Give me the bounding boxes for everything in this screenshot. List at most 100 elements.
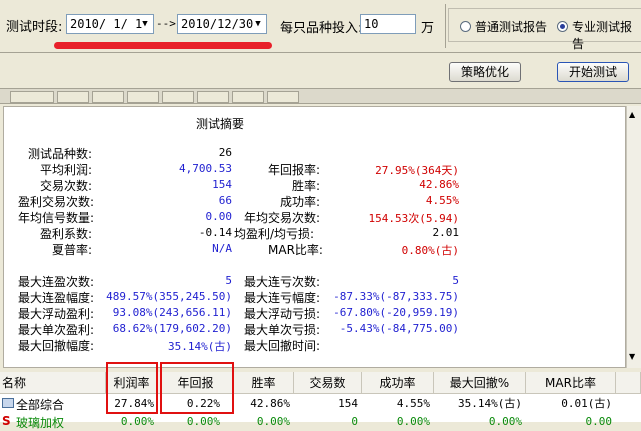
folder-icon <box>2 398 14 408</box>
range-arrow: --> <box>156 17 176 30</box>
summary-value: 35.14%(古) <box>168 340 232 353</box>
column-header-trades[interactable]: 交易数 <box>294 372 362 394</box>
annotation-box-annual-return <box>160 362 234 414</box>
chevron-down-icon[interactable]: ▼ <box>138 16 152 32</box>
cell-profit-rate: 0.00% <box>120 415 154 428</box>
summary-value: 27.95%(364天) <box>375 164 459 177</box>
tab-item[interactable] <box>162 91 194 103</box>
invest-unit: 万 <box>421 21 435 36</box>
summary-value: 2.01 <box>432 226 460 239</box>
scroll-up-icon[interactable]: ▲ <box>629 110 635 119</box>
summary-scrollbar[interactable]: ▲ ▼ <box>626 106 641 368</box>
summary-value: 5 <box>225 274 232 287</box>
summary-label: 胜率: <box>292 179 321 193</box>
cell-trades: 154 <box>338 397 358 410</box>
summary-value: 489.57%(355,245.50) <box>106 290 232 303</box>
start-date-value: 2010/ 1/ 1 <box>70 17 143 31</box>
summary-label: 最大连亏幅度: <box>244 291 321 305</box>
tab-item[interactable] <box>127 91 159 103</box>
column-header-success-rate[interactable]: 成功率 <box>362 372 434 394</box>
cell-success-rate: 4.55% <box>396 397 430 410</box>
summary-label: 盈利系数: <box>40 227 93 241</box>
invest-label: 每只品种投入: <box>280 21 363 36</box>
end-date-picker[interactable]: 2010/12/30 ▼ <box>177 14 267 34</box>
summary-label: 最大连盈幅度: <box>18 291 95 305</box>
scroll-down-icon[interactable]: ▼ <box>629 352 635 361</box>
cell-annual-return: 0.00% <box>186 415 220 428</box>
cell-mar: 0.01(古) <box>561 397 612 410</box>
column-header-filler <box>616 372 641 394</box>
summary-label: 最大浮动盈利: <box>18 307 95 321</box>
tab-item[interactable] <box>57 91 89 103</box>
table-row[interactable]: S 玻璃加权 0.00% 0.00% 0.00% 0 0.00% 0.00% 0… <box>0 413 641 431</box>
summary-label: 测试品种数: <box>28 147 93 161</box>
column-header-name[interactable]: 名称 <box>0 372 106 394</box>
annotation-box-profit-rate <box>106 362 158 414</box>
annotation-underline <box>54 42 272 49</box>
toolbar: 测试时段: 2010/ 1/ 1 ▼ --> 2010/12/30 ▼ 每只品种… <box>0 0 641 88</box>
row-name: 全部综合 <box>16 398 65 412</box>
column-header-max-drawdown[interactable]: 最大回撤% <box>434 372 526 394</box>
summary-label: 最大回撤幅度: <box>18 339 95 353</box>
summary-label: 最大连亏次数: <box>244 275 321 289</box>
invest-input[interactable]: 10 <box>360 14 416 34</box>
summary-title: 测试摘要 <box>196 117 245 131</box>
cell-mar: 0.00 <box>585 415 613 428</box>
summary-label: 年回报率: <box>268 163 321 177</box>
summary-label: MAR比率: <box>268 243 323 257</box>
summary-value: 4,700.53 <box>179 162 232 175</box>
table-row[interactable]: 全部综合 27.84% 0.22% 42.86% 154 4.55% 35.14… <box>0 395 641 413</box>
summary-value: 26 <box>218 146 232 159</box>
tab-item[interactable] <box>10 91 54 103</box>
column-header-mar[interactable]: MAR比率 <box>526 372 616 394</box>
cell-win-rate: 42.86% <box>250 397 290 410</box>
summary-value: 42.86% <box>419 178 459 191</box>
summary-value: 154.53次(5.94) <box>368 212 459 225</box>
end-date-value: 2010/12/30 <box>181 17 254 31</box>
tab-item[interactable] <box>232 91 264 103</box>
summary-label: 最大单次亏损: <box>244 323 321 337</box>
start-test-button[interactable]: 开始测试 <box>557 62 629 82</box>
optimize-button[interactable]: 策略优化 <box>449 62 521 82</box>
summary-label: 年均信号数量: <box>18 211 95 225</box>
summary-label: 均盈利/均亏损: <box>234 227 315 241</box>
summary-value: -87.33%(-87,333.75) <box>333 290 459 303</box>
summary-value: 66 <box>218 194 232 207</box>
summary-label: 最大回撤时间: <box>244 339 321 353</box>
summary-label: 盈利交易次数: <box>18 195 95 209</box>
symbol-icon: S <box>2 414 11 428</box>
summary-label: 交易次数: <box>40 179 93 193</box>
summary-value: -67.80%(-20,959.19) <box>333 306 459 319</box>
tab-item[interactable] <box>92 91 124 103</box>
summary-value: 0.80%(古) <box>401 244 459 257</box>
radio-normal-report[interactable] <box>460 21 471 32</box>
test-summary-panel: 测试摘要 测试品种数: 26 平均利润: 4,700.53 交易次数: 154 … <box>3 106 626 368</box>
radio-normal-label: 普通测试报告 <box>475 20 548 34</box>
cell-success-rate: 0.00% <box>396 415 430 428</box>
summary-label: 最大浮动亏损: <box>244 307 321 321</box>
summary-value: 68.62%(179,602.20) <box>112 322 232 335</box>
divider <box>445 4 446 48</box>
summary-value: 93.08%(243,656.11) <box>112 306 232 319</box>
invest-value: 10 <box>364 17 379 31</box>
summary-value: 4.55% <box>425 194 459 207</box>
start-date-picker[interactable]: 2010/ 1/ 1 ▼ <box>66 14 154 34</box>
summary-label: 年均交易次数: <box>244 211 321 225</box>
cell-win-rate: 0.00% <box>256 415 290 428</box>
cell-max-drawdown: 35.14%(古) <box>458 397 522 410</box>
cell-max-drawdown: 0.00% <box>488 415 522 428</box>
tab-strip <box>0 88 641 104</box>
summary-value: 5 <box>452 274 459 287</box>
radio-pro-report[interactable] <box>557 21 568 32</box>
summary-label: 最大单次盈利: <box>18 323 95 337</box>
summary-value: -5.43%(-84,775.00) <box>339 322 459 335</box>
period-label: 测试时段: <box>6 20 63 35</box>
results-grid: 名称 利润率 年回报 胜率 交易数 成功率 最大回撤% MAR比率 全部综合 2… <box>0 362 641 430</box>
column-header-win-rate[interactable]: 胜率 <box>234 372 294 394</box>
separator <box>0 52 641 53</box>
chevron-down-icon[interactable]: ▼ <box>251 16 265 32</box>
summary-label: 平均利润: <box>40 163 93 177</box>
tab-item[interactable] <box>267 91 299 103</box>
summary-label: 夏普率: <box>52 243 93 257</box>
tab-item[interactable] <box>197 91 229 103</box>
